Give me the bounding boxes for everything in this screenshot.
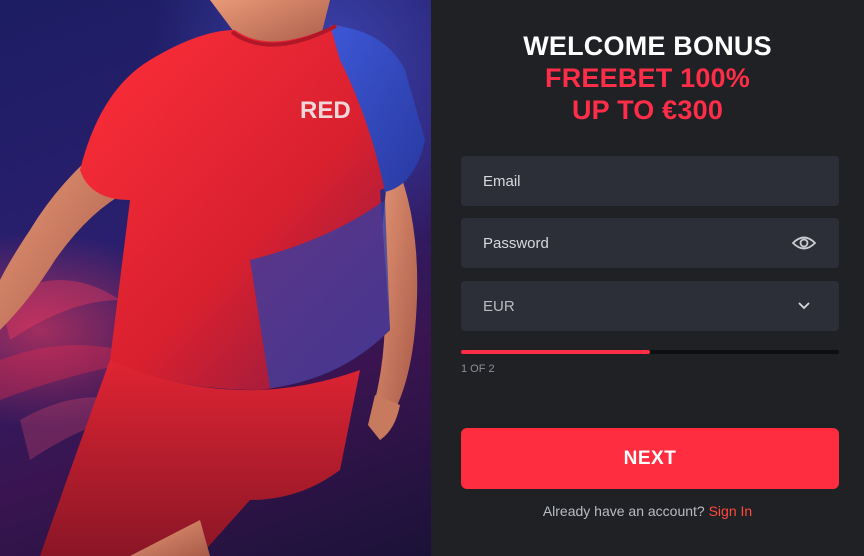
- promo-headline: WELCOME BONUS FREEBET 100% UP TO €300: [431, 30, 864, 126]
- football-player-illustration: RED: [0, 0, 425, 556]
- password-placeholder: Password: [483, 234, 549, 252]
- progress-fill: [461, 350, 650, 354]
- promo-title: WELCOME BONUS: [523, 31, 772, 61]
- promo-offer: FREEBET 100%: [545, 63, 750, 93]
- step-indicator: 1 OF 2: [461, 363, 495, 375]
- currency-select[interactable]: EUR: [461, 281, 839, 331]
- password-field[interactable]: Password: [461, 218, 839, 268]
- chevron-down-icon: [791, 293, 817, 319]
- currency-value: EUR: [483, 297, 515, 315]
- signup-panel: WELCOME BONUS FREEBET 100% UP TO €300 Em…: [431, 0, 864, 556]
- sign-in-link[interactable]: Sign In: [709, 503, 753, 519]
- promo-amount: UP TO €300: [571, 95, 724, 125]
- next-button[interactable]: NEXT: [461, 428, 839, 489]
- email-placeholder: Email: [483, 172, 521, 190]
- email-field[interactable]: Email: [461, 156, 839, 206]
- hero-image: RED: [0, 0, 431, 556]
- account-prompt-text: Already have an account?: [542, 503, 705, 519]
- progress-bar: [461, 350, 839, 354]
- eye-icon[interactable]: [791, 230, 817, 256]
- jersey-text: RED: [300, 97, 351, 124]
- account-prompt: Already have an account? Sign In: [431, 503, 864, 519]
